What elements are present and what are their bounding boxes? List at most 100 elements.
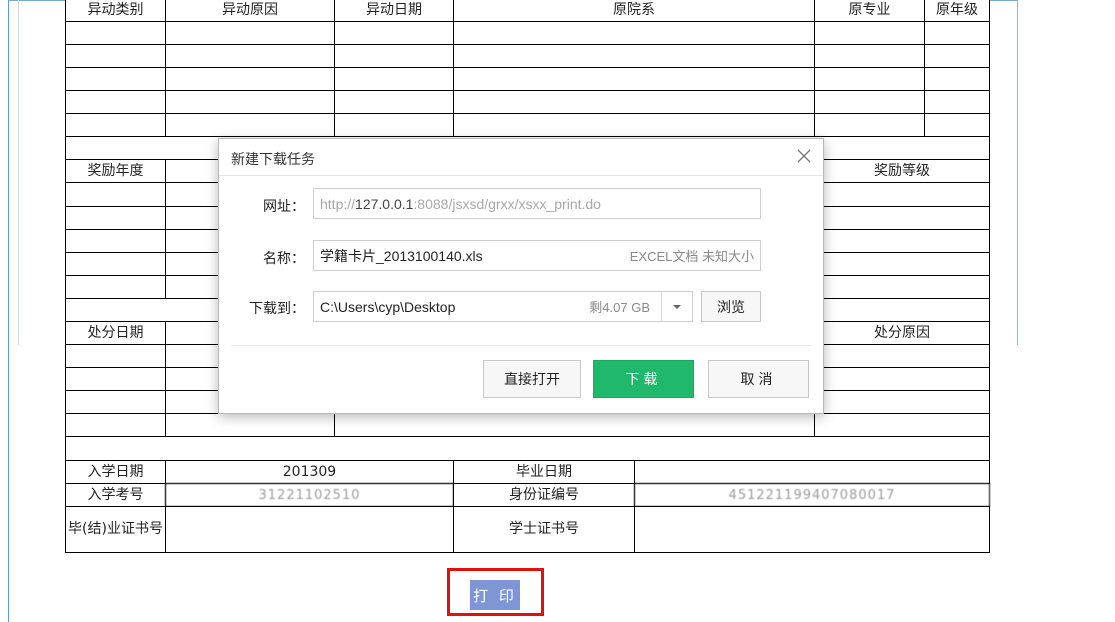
exam-no-label: 入学考号 [65, 483, 166, 507]
header-punish-reason: 处分原因 [814, 321, 990, 345]
table-cell [65, 390, 166, 414]
table-cell [924, 44, 990, 68]
file-name-field[interactable]: 学籍卡片_2013100140.xls EXCEL文档 未知大小 [313, 240, 761, 271]
table-cell [65, 182, 166, 207]
url-prefix: http:// [320, 195, 356, 212]
table-cell [165, 21, 335, 45]
chevron-down-icon[interactable] [661, 292, 692, 321]
browse-button[interactable]: 浏览 [701, 291, 761, 322]
degree-cert-value [634, 506, 990, 553]
table-cell [924, 21, 990, 45]
table-cell [334, 113, 454, 137]
table-cell [814, 67, 925, 91]
header-change-type: 异动类别 [65, 0, 166, 22]
table-cell [65, 252, 166, 276]
print-button[interactable]: 打 印 [470, 580, 520, 610]
table-cell [814, 182, 990, 207]
new-download-dialog: 新建下载任务 网址： http://127.0.0.1:8088/jsxsd/g… [218, 138, 824, 414]
table-cell [334, 44, 454, 68]
table-cell [65, 21, 166, 45]
url-host: 127.0.0.1 [355, 195, 414, 212]
name-label: 名称： [263, 251, 305, 267]
table-cell [65, 367, 166, 391]
id-no-value: 451221199407080017 [634, 483, 990, 507]
table-cell [65, 67, 166, 91]
table-cell [814, 113, 925, 137]
file-name: 学籍卡片_2013100140.xls [320, 247, 483, 264]
url-rest: :8088/jsxsd/grxx/xsxx_print.do [413, 195, 601, 212]
table-cell [814, 206, 990, 230]
header-orig-grade: 原年级 [924, 0, 990, 22]
table-cell [65, 275, 166, 299]
save-path-field[interactable]: C:\Users\cyp\Desktop 剩4.07 GB [313, 291, 693, 322]
table-cell [65, 413, 166, 437]
table-cell [65, 344, 166, 368]
table-cell [814, 413, 990, 437]
exam-no-value: 31221102510 [165, 483, 454, 507]
degree-cert-label: 学士证书号 [453, 506, 635, 553]
free-space: 剩4.07 GB [589, 300, 650, 315]
table-cell [814, 44, 925, 68]
table-cell [165, 44, 335, 68]
table-cell [814, 21, 925, 45]
table-cell [453, 44, 815, 68]
page-frame-inner [18, 0, 19, 345]
section-gap-row [65, 436, 990, 461]
table-cell [453, 21, 815, 45]
table-cell [814, 252, 990, 276]
dialog-footer-divider [231, 345, 811, 346]
header-award-level: 奖励等级 [814, 159, 990, 183]
header-punish-date: 处分日期 [65, 321, 166, 345]
file-meta: EXCEL文档 未知大小 [629, 249, 754, 264]
table-cell [165, 413, 335, 437]
table-cell [65, 90, 166, 114]
cancel-button[interactable]: 取消 [708, 360, 809, 398]
table-cell [334, 67, 454, 91]
table-cell [814, 229, 990, 253]
table-cell [65, 229, 166, 253]
table-cell [334, 21, 454, 45]
table-cell [924, 90, 990, 114]
header-award-year: 奖励年度 [65, 159, 166, 183]
table-cell [453, 113, 815, 137]
table-cell [814, 344, 990, 368]
close-icon[interactable] [793, 145, 815, 167]
id-no-label: 身份证编号 [453, 483, 635, 507]
table-cell [65, 113, 166, 137]
table-cell [165, 113, 335, 137]
table-cell [334, 413, 815, 437]
grad-cert-label: 毕(结)业证书号 [65, 506, 166, 553]
page-frame-left [8, 0, 9, 622]
table-cell [453, 90, 815, 114]
header-change-reason: 异动原因 [165, 0, 335, 22]
table-cell [924, 67, 990, 91]
dialog-header-divider [219, 175, 823, 176]
grad-date-value [634, 460, 990, 484]
page-frame-right [1017, 0, 1018, 345]
enroll-date-value: 201309 [165, 460, 454, 484]
grad-cert-value [165, 506, 454, 553]
save-path: C:\Users\cyp\Desktop [320, 298, 456, 315]
url-field[interactable]: http://127.0.0.1:8088/jsxsd/grxx/xsxx_pr… [313, 188, 761, 219]
download-button[interactable]: 下载 [593, 360, 694, 398]
table-cell [814, 90, 925, 114]
table-cell [334, 90, 454, 114]
table-cell [165, 90, 335, 114]
table-cell [814, 390, 990, 414]
table-cell [814, 367, 990, 391]
table-cell [924, 113, 990, 137]
dialog-title: 新建下载任务 [231, 152, 315, 168]
enroll-date-label: 入学日期 [65, 460, 166, 484]
grad-date-label: 毕业日期 [453, 460, 635, 484]
save-to-label: 下载到： [249, 301, 305, 317]
table-cell [65, 206, 166, 230]
table-cell [814, 275, 990, 299]
table-cell [165, 67, 335, 91]
table-cell [453, 67, 815, 91]
url-label: 网址： [263, 199, 305, 215]
header-orig-college: 原院系 [453, 0, 815, 22]
header-orig-major: 原专业 [814, 0, 925, 22]
header-change-date: 异动日期 [334, 0, 454, 22]
table-cell [65, 44, 166, 68]
open-direct-button[interactable]: 直接打开 [483, 360, 581, 398]
